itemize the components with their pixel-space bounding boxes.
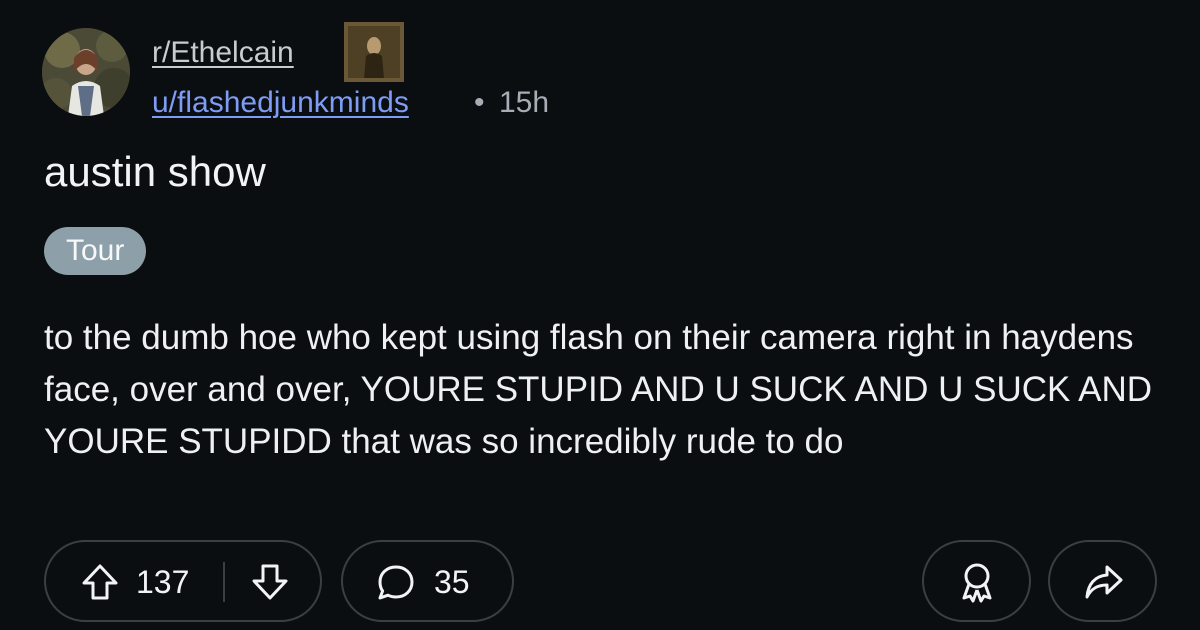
post-age: 15h bbox=[499, 86, 550, 119]
post-flair[interactable]: Tour bbox=[44, 227, 147, 275]
comment-icon bbox=[375, 562, 417, 609]
meta-separator: • bbox=[474, 86, 485, 119]
author-link[interactable]: u/flashedjunkminds bbox=[152, 86, 409, 120]
share-button[interactable] bbox=[1048, 540, 1157, 622]
comments-button[interactable]: 35 bbox=[341, 540, 514, 622]
comment-count: 35 bbox=[434, 564, 470, 600]
vote-bar: 137 bbox=[44, 540, 322, 622]
upvote-icon[interactable] bbox=[80, 562, 120, 607]
post-title[interactable]: austin show bbox=[44, 148, 266, 196]
subreddit-avatar[interactable] bbox=[42, 28, 130, 116]
award-button[interactable] bbox=[922, 540, 1031, 622]
post-body: to the dumb hoe who kept using flash on … bbox=[44, 318, 1153, 461]
subreddit-banner-thumbnail bbox=[344, 22, 404, 82]
award-icon bbox=[956, 560, 998, 609]
share-icon bbox=[1083, 562, 1125, 607]
subreddit-link[interactable]: r/Ethelcain bbox=[152, 36, 294, 70]
vote-divider bbox=[223, 562, 225, 602]
upvote-count: 137 bbox=[136, 564, 190, 600]
post-header: r/Ethelcain u/flashedjunkminds • 15h bbox=[42, 22, 742, 120]
downvote-icon[interactable] bbox=[250, 562, 290, 607]
